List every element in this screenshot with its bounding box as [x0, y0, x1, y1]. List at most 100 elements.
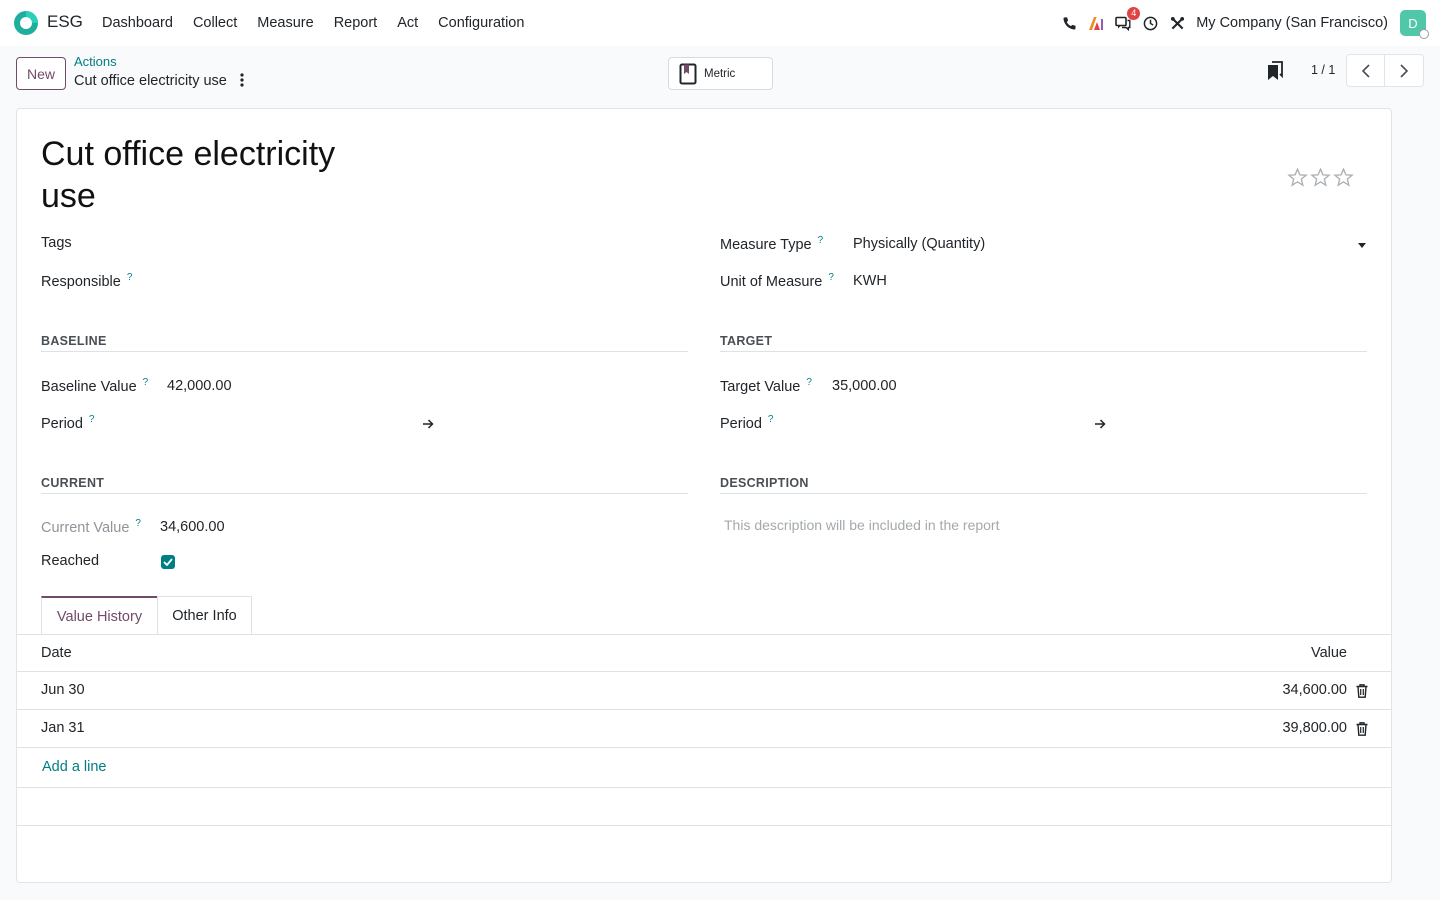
help-tooltip-icon[interactable]: ? [127, 272, 133, 283]
current-section-title: CURRENT [41, 476, 105, 490]
measure-type-label-text: Measure Type [720, 236, 812, 253]
uom-value[interactable]: KWH [853, 273, 887, 289]
column-header-date[interactable]: Date [41, 645, 72, 661]
row-value: 34,600.00 [1282, 682, 1347, 698]
column-header-value[interactable]: Value [1311, 645, 1347, 661]
record-title-field[interactable]: Cut office electricity use [41, 133, 361, 217]
current-value-label-text: Current Value [41, 519, 130, 536]
help-tooltip-icon[interactable]: ? [818, 235, 824, 246]
breadcrumb-parent-link[interactable]: Actions [74, 54, 117, 69]
esg-app-logo-icon[interactable] [12, 9, 40, 37]
target-section-title: TARGET [720, 334, 773, 348]
activity-clock-icon[interactable] [1137, 10, 1163, 36]
pager-next-button[interactable] [1385, 54, 1424, 87]
menu-collect[interactable]: Collect [183, 15, 247, 31]
help-tooltip-icon[interactable]: ? [135, 518, 141, 529]
description-field[interactable]: This description will be included in the… [724, 517, 1367, 577]
messages-icon[interactable]: 4 [1110, 7, 1141, 36]
add-a-line-link[interactable]: Add a line [42, 759, 107, 775]
current-value-label: Current Value? [41, 518, 141, 536]
star-icon[interactable] [1310, 167, 1331, 188]
star-icon[interactable] [1333, 167, 1354, 188]
trash-icon[interactable] [1356, 684, 1368, 698]
table-row[interactable]: Jan 31 39,800.00 [17, 710, 1391, 748]
new-button[interactable]: New [16, 57, 66, 90]
target-period-label-text: Period [720, 415, 762, 432]
ai-assistant-icon[interactable] [1083, 10, 1109, 36]
menu-act[interactable]: Act [387, 15, 428, 31]
menu-configuration[interactable]: Configuration [428, 15, 534, 31]
tags-label: Tags [41, 235, 72, 251]
pager-previous-button[interactable] [1346, 54, 1385, 87]
baseline-value-label: Baseline Value? [41, 377, 148, 395]
target-period-end-field[interactable] [1112, 409, 1367, 435]
row-value: 39,800.00 [1282, 720, 1347, 736]
debug-tools-icon[interactable] [1164, 10, 1190, 36]
pager-value[interactable]: 1 / 1 [1311, 63, 1335, 77]
arrow-right-icon [1095, 419, 1106, 429]
phone-icon[interactable] [1056, 10, 1082, 36]
priority-widget [1287, 167, 1354, 188]
breadcrumb-current: Cut office electricity use [74, 73, 227, 89]
menu-measure[interactable]: Measure [247, 15, 323, 31]
app-name[interactable]: ESG [47, 12, 83, 32]
presence-status-icon [1419, 29, 1429, 39]
target-divider [720, 351, 1367, 352]
measure-type-label: Measure Type? [720, 235, 823, 253]
baseline-period-start-field[interactable] [167, 409, 417, 435]
measure-type-value: Physically (Quantity) [853, 236, 986, 252]
trash-icon[interactable] [1356, 722, 1368, 736]
current-divider [41, 493, 688, 494]
menu-report[interactable]: Report [324, 15, 388, 31]
row-date: Jan 31 [41, 720, 85, 736]
help-tooltip-icon[interactable]: ? [828, 272, 834, 283]
target-value-field[interactable]: 35,000.00 [832, 378, 897, 394]
record-actions-menu-icon[interactable] [236, 72, 248, 88]
baseline-value-label-text: Baseline Value [41, 378, 137, 395]
company-switcher[interactable]: My Company (San Francisco) [1196, 15, 1388, 31]
table-row[interactable]: Jun 30 34,600.00 [17, 672, 1391, 710]
systray: 4 My Company (San Francisco) D [1055, 0, 1429, 46]
checkmark-icon [163, 558, 173, 566]
uom-label: Unit of Measure? [720, 272, 834, 290]
arrow-right-icon [423, 419, 434, 429]
empty-table-row [17, 788, 1391, 826]
metric-button-label: Metric [704, 67, 736, 80]
tab-value-history[interactable]: Value History [41, 596, 158, 635]
favorite-bookmark-icon[interactable] [1266, 61, 1284, 81]
reached-label: Reached [41, 553, 100, 569]
baseline-divider [41, 351, 688, 352]
baseline-period-end-field[interactable] [442, 409, 688, 435]
menu-dashboard[interactable]: Dashboard [92, 15, 183, 31]
pager-buttons [1346, 54, 1424, 87]
tags-field[interactable] [167, 229, 687, 255]
help-tooltip-icon[interactable]: ? [806, 377, 812, 388]
user-avatar-initial: D [1408, 15, 1418, 31]
user-avatar[interactable]: D [1400, 10, 1429, 39]
target-value-label: Target Value? [720, 377, 812, 395]
tab-other-info[interactable]: Other Info [157, 596, 252, 635]
help-tooltip-icon[interactable]: ? [768, 414, 774, 425]
current-value-field: 34,600.00 [160, 519, 225, 535]
star-icon[interactable] [1287, 167, 1308, 188]
measure-type-select[interactable]: Physically (Quantity) [852, 229, 1368, 257]
add-line-row: Add a line [17, 748, 1391, 788]
metric-smart-button[interactable]: Metric [668, 57, 773, 90]
uom-label-text: Unit of Measure [720, 273, 823, 290]
description-placeholder: This description will be included in the… [724, 517, 1000, 533]
help-tooltip-icon[interactable]: ? [89, 414, 95, 425]
baseline-period-label-text: Period [41, 415, 83, 432]
target-period-label: Period? [720, 414, 773, 432]
baseline-value-field[interactable]: 42,000.00 [167, 378, 232, 394]
reached-checkbox[interactable] [161, 555, 175, 569]
responsible-field[interactable] [167, 266, 687, 292]
row-date: Jun 30 [41, 682, 85, 698]
help-tooltip-icon[interactable]: ? [143, 377, 149, 388]
table-header: Date Value [17, 635, 1391, 672]
top-navbar: ESG Dashboard Collect Measure Report Act… [0, 0, 1440, 46]
chevron-right-icon [1400, 63, 1409, 78]
metric-book-icon [679, 63, 697, 84]
chevron-left-icon [1361, 63, 1370, 78]
form-sheet: Cut office electricity use Tags Responsi… [16, 108, 1392, 883]
target-period-start-field[interactable] [832, 409, 1087, 435]
